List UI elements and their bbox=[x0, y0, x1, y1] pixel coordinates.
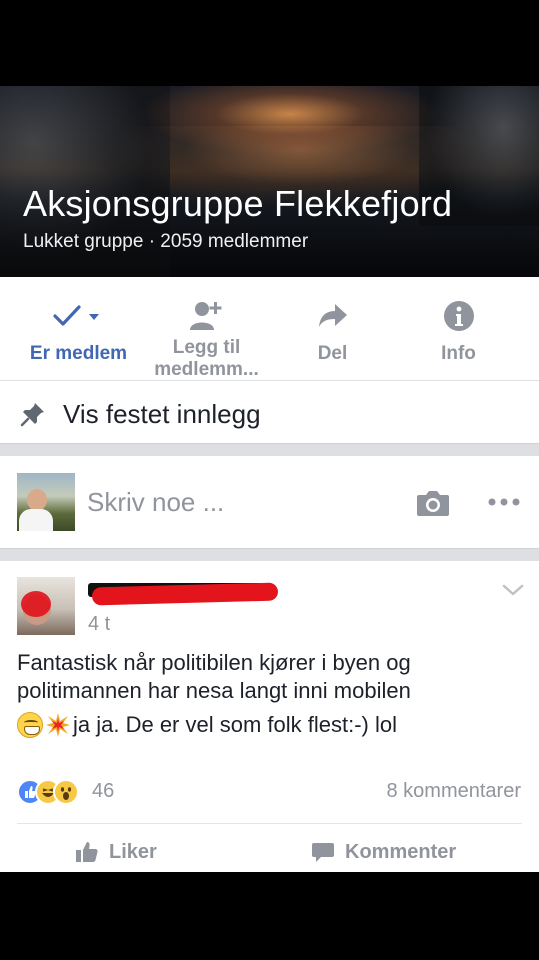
member-status-button[interactable]: Er medlem bbox=[11, 277, 146, 380]
info-button[interactable]: Info bbox=[391, 277, 526, 380]
cover-city-lights bbox=[140, 86, 440, 156]
group-title: Aksjonsgruppe Flekkefjord bbox=[23, 183, 453, 224]
camera-icon[interactable] bbox=[416, 489, 450, 522]
avatar[interactable] bbox=[17, 473, 75, 531]
pinned-post-link[interactable]: Vis festet innlegg bbox=[0, 381, 539, 443]
info-label: Info bbox=[441, 343, 476, 364]
section-divider bbox=[0, 443, 539, 456]
feed-post: 4 t Fantastisk når politibilen kjører i … bbox=[0, 561, 539, 872]
add-member-label: Legg til medlemm... bbox=[154, 337, 259, 380]
redaction-scribble bbox=[91, 582, 279, 606]
comment-bubble-icon bbox=[311, 841, 335, 863]
avatar-head bbox=[27, 489, 47, 511]
comment-button[interactable]: Kommenter bbox=[311, 837, 456, 867]
composer-placeholder[interactable]: Skriv noe ... bbox=[87, 487, 224, 518]
post-text-line: politimannen har nesa langt inni mobilen bbox=[17, 678, 411, 703]
avatar[interactable] bbox=[17, 577, 75, 635]
author-name-redacted[interactable] bbox=[88, 579, 279, 606]
redaction-mark bbox=[21, 591, 51, 617]
post-composer[interactable]: Skriv noe ... bbox=[0, 456, 539, 548]
group-action-bar: Er medlem Legg til medlemm... Del Info bbox=[0, 277, 539, 381]
grinning-face-emoji bbox=[17, 712, 43, 738]
add-member-icon bbox=[139, 301, 274, 331]
share-button[interactable]: Del bbox=[265, 277, 400, 380]
chevron-down-icon[interactable] bbox=[502, 583, 524, 602]
more-dots-icon[interactable] bbox=[488, 494, 520, 512]
info-icon bbox=[391, 301, 526, 331]
group-subtitle: Lukket gruppe · 2059 medlemmer bbox=[23, 231, 309, 252]
like-label: Liker bbox=[109, 840, 157, 863]
member-status-label: Er medlem bbox=[29, 343, 128, 364]
avatar-shirt bbox=[19, 509, 53, 531]
reaction-count: 46 bbox=[92, 780, 115, 802]
share-label: Del bbox=[317, 343, 348, 364]
thumbs-up-icon bbox=[75, 841, 99, 863]
post-text-line: ja ja. De er vel som folk flest:-) lol bbox=[73, 712, 397, 737]
pinned-post-label: Vis festet innlegg bbox=[63, 399, 261, 429]
post-timestamp[interactable]: 4 t bbox=[88, 613, 110, 636]
post-text-line: Fantastisk når politibilen kjører i byen… bbox=[17, 650, 411, 675]
comment-count[interactable]: 8 kommentarer bbox=[387, 780, 522, 803]
comment-label: Kommenter bbox=[345, 840, 457, 863]
check-dropdown-icon bbox=[11, 301, 146, 331]
section-divider bbox=[0, 548, 539, 561]
post-divider bbox=[17, 823, 522, 824]
wow-reaction-icon bbox=[53, 779, 79, 805]
share-arrow-icon bbox=[265, 301, 400, 331]
like-button[interactable]: Liker bbox=[75, 837, 157, 867]
add-member-button[interactable]: Legg til medlemm... bbox=[139, 277, 274, 380]
pin-icon bbox=[20, 401, 46, 432]
collision-emoji bbox=[45, 712, 71, 738]
post-text: Fantastisk når politibilen kjører i byen… bbox=[17, 649, 517, 739]
